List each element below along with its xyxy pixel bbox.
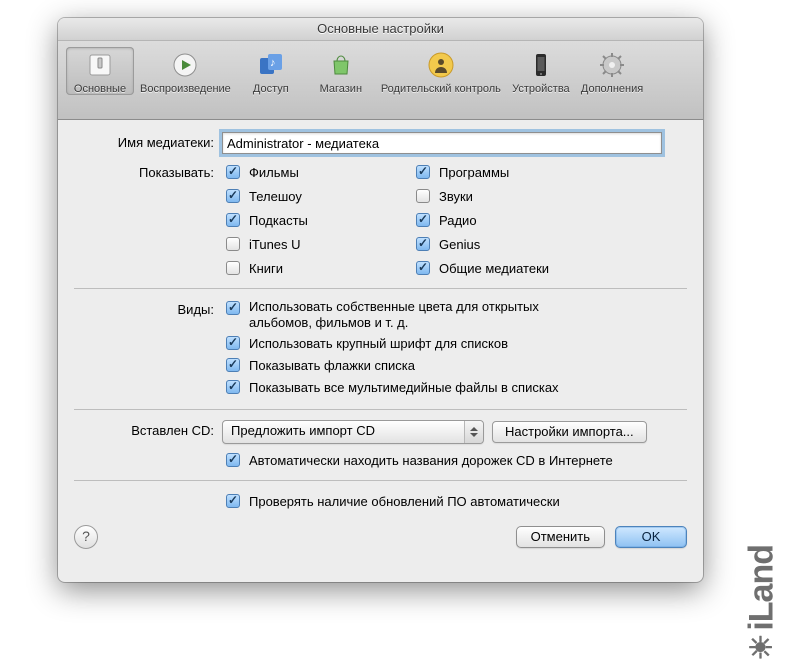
checkbox-tones[interactable]: Звуки (412, 186, 602, 206)
cd-action-select[interactable]: Предложить импорт CD (222, 420, 484, 444)
switch-icon (84, 49, 116, 81)
play-icon (169, 49, 201, 81)
checkbox-label: Использовать крупный шрифт для списков (249, 336, 508, 351)
checkbox-genius[interactable]: Genius (412, 234, 602, 254)
checkbox-label: Книги (249, 261, 283, 276)
cancel-button[interactable]: Отменить (516, 526, 605, 548)
checkbox-cd-lookup[interactable]: Автоматически находить названия дорожек … (222, 450, 687, 470)
tab-label: Устройства (512, 83, 570, 95)
phone-icon (525, 49, 557, 81)
checkbox-itunesu[interactable]: iTunes U (222, 234, 412, 254)
checkbox-label: Показывать все мультимедийные файлы в сп… (249, 380, 559, 395)
checkbox-tvshows[interactable]: Телешоу (222, 186, 412, 206)
person-icon (425, 49, 457, 81)
tab-devices[interactable]: Устройства (507, 47, 575, 95)
tab-label: Доступ (253, 83, 289, 95)
watermark: ☀ iLand (743, 545, 782, 661)
library-name-label: Имя медиатеки: (74, 132, 222, 150)
gear-icon (596, 49, 628, 81)
checkbox-label: Автоматически находить названия дорожек … (249, 453, 613, 468)
checkbox-label: Genius (439, 237, 480, 252)
tab-advanced[interactable]: Дополнения (577, 47, 647, 95)
tab-label: Воспроизведение (140, 83, 231, 95)
separator (74, 480, 687, 481)
watermark-icon: ☀ (748, 635, 778, 661)
checkbox-label: Общие медиатеки (439, 261, 549, 276)
checkbox-shared-libraries[interactable]: Общие медиатеки (412, 258, 602, 278)
tab-sharing[interactable]: ♪ Доступ (237, 47, 305, 95)
checkbox-books[interactable]: Книги (222, 258, 412, 278)
cd-label: Вставлен CD: (74, 420, 222, 438)
checkbox-label: Звуки (439, 189, 473, 204)
share-icon: ♪ (255, 49, 287, 81)
help-button[interactable]: ? (74, 525, 98, 549)
checkbox-radio[interactable]: Радио (412, 210, 602, 230)
views-label: Виды: (74, 299, 222, 317)
checkbox-apps[interactable]: Программы (412, 162, 602, 182)
checkbox-movies[interactable]: Фильмы (222, 162, 412, 182)
ok-button[interactable]: OK (615, 526, 687, 548)
tab-general[interactable]: Основные (66, 47, 134, 95)
checkbox-label: Подкасты (249, 213, 308, 228)
preferences-window: Основные настройки Основные Воспроизведе… (58, 18, 703, 582)
tab-label: Магазин (320, 83, 362, 95)
checkbox-label: Проверять наличие обновлений ПО автомати… (249, 494, 560, 509)
bag-icon (325, 49, 357, 81)
select-arrows-icon (464, 421, 483, 443)
show-label: Показывать: (74, 162, 222, 180)
tab-label: Основные (74, 83, 126, 95)
tab-label: Дополнения (581, 83, 643, 95)
checkbox-check-updates[interactable]: Проверять наличие обновлений ПО автомати… (222, 491, 687, 511)
tab-playback[interactable]: Воспроизведение (136, 47, 235, 95)
checkbox-label: Фильмы (249, 165, 299, 180)
checkbox-podcasts[interactable]: Подкасты (222, 210, 412, 230)
select-value: Предложить импорт CD (231, 423, 375, 438)
checkbox-large-font[interactable]: Использовать крупный шрифт для списков (222, 333, 687, 353)
checkbox-label: Радио (439, 213, 477, 228)
checkbox-label: Программы (439, 165, 509, 180)
separator (74, 409, 687, 410)
checkbox-label: Показывать флажки списка (249, 358, 415, 373)
checkbox-label: iTunes U (249, 237, 301, 252)
import-settings-button[interactable]: Настройки импорта... (492, 421, 647, 443)
preferences-toolbar: Основные Воспроизведение ♪ Доступ Магази… (58, 41, 703, 120)
checkbox-label: Использовать собственные цвета для откры… (249, 299, 569, 331)
tab-label: Родительский контроль (381, 83, 501, 95)
tab-parental[interactable]: Родительский контроль (377, 47, 505, 95)
watermark-text: iLand (743, 545, 782, 631)
separator (74, 288, 687, 289)
checkbox-label: Телешоу (249, 189, 302, 204)
checkbox-list-checkboxes[interactable]: Показывать флажки списка (222, 355, 687, 375)
library-name-input[interactable] (222, 132, 662, 154)
window-title: Основные настройки (58, 18, 703, 41)
checkbox-custom-colors[interactable]: Использовать собственные цвета для откры… (222, 299, 687, 331)
tab-store[interactable]: Магазин (307, 47, 375, 95)
content-area: Имя медиатеки: Показывать: Фильмы Програ… (58, 120, 703, 563)
svg-text:♪: ♪ (270, 57, 276, 69)
checkbox-show-all-media[interactable]: Показывать все мультимедийные файлы в сп… (222, 377, 687, 397)
